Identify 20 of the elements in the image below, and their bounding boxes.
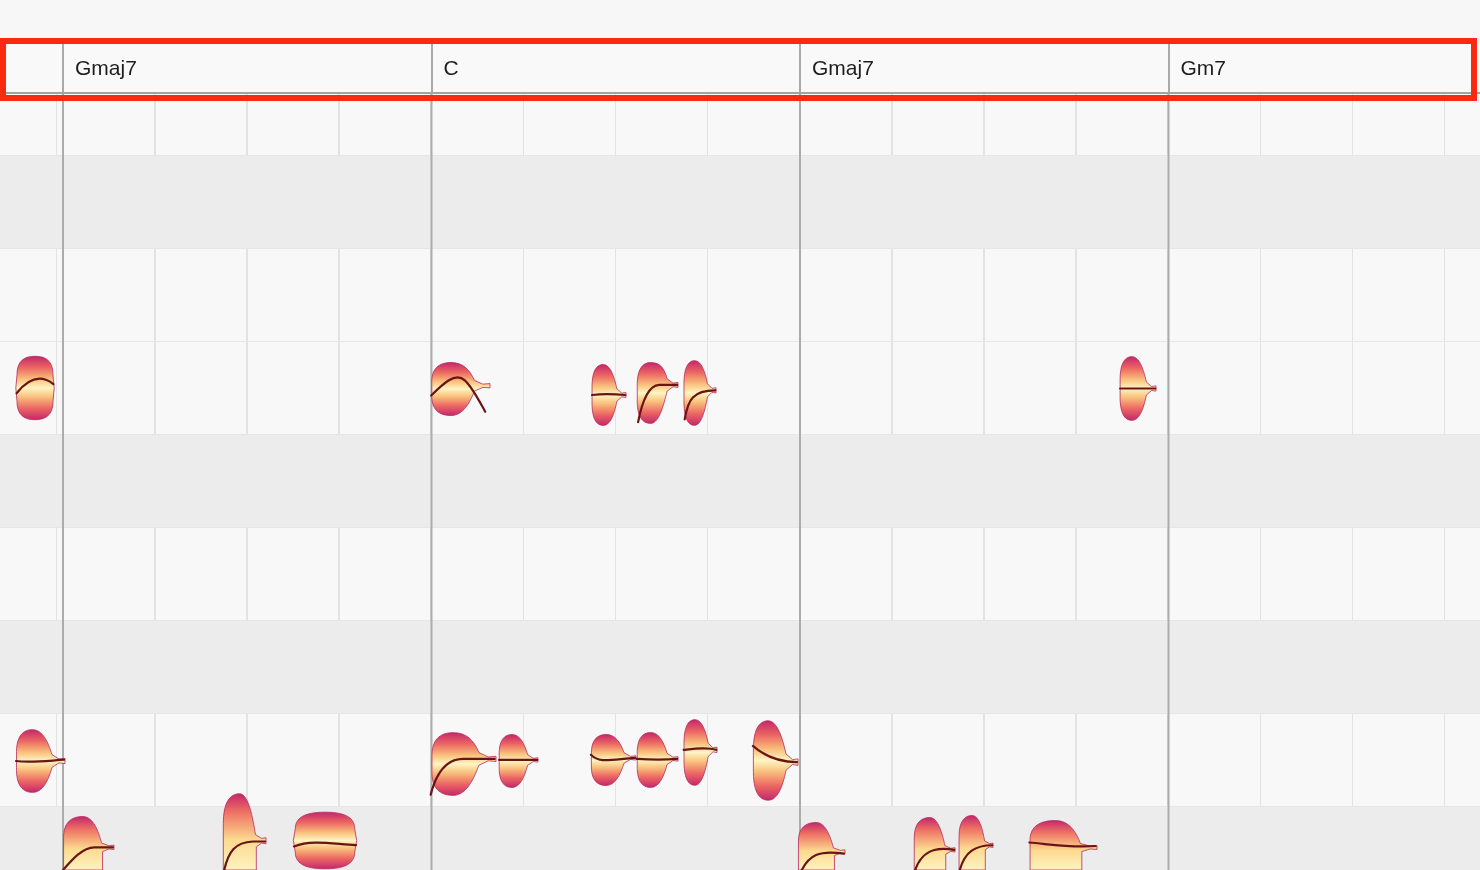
note-blob (15, 355, 55, 421)
note-blob (682, 719, 718, 786)
note-blob (61, 816, 115, 870)
note-blob (292, 811, 358, 870)
note-blob (14, 729, 66, 793)
note-blob (590, 364, 627, 426)
note-blob (430, 362, 491, 416)
note-blob (798, 822, 846, 870)
note-blob (636, 362, 679, 424)
note-blob (1028, 820, 1098, 870)
note-blob (683, 360, 717, 426)
chord-segment: Gmaj7 (799, 44, 1168, 92)
note-blob (635, 732, 679, 788)
chord-segment: C (430, 44, 799, 92)
note-blob (913, 817, 956, 870)
chord-segment: Gm7 (1167, 44, 1480, 92)
note-blob (589, 734, 637, 786)
note-blob (958, 815, 994, 870)
chord-segment: Gmaj7 (62, 44, 431, 92)
note-blob (1119, 356, 1157, 421)
